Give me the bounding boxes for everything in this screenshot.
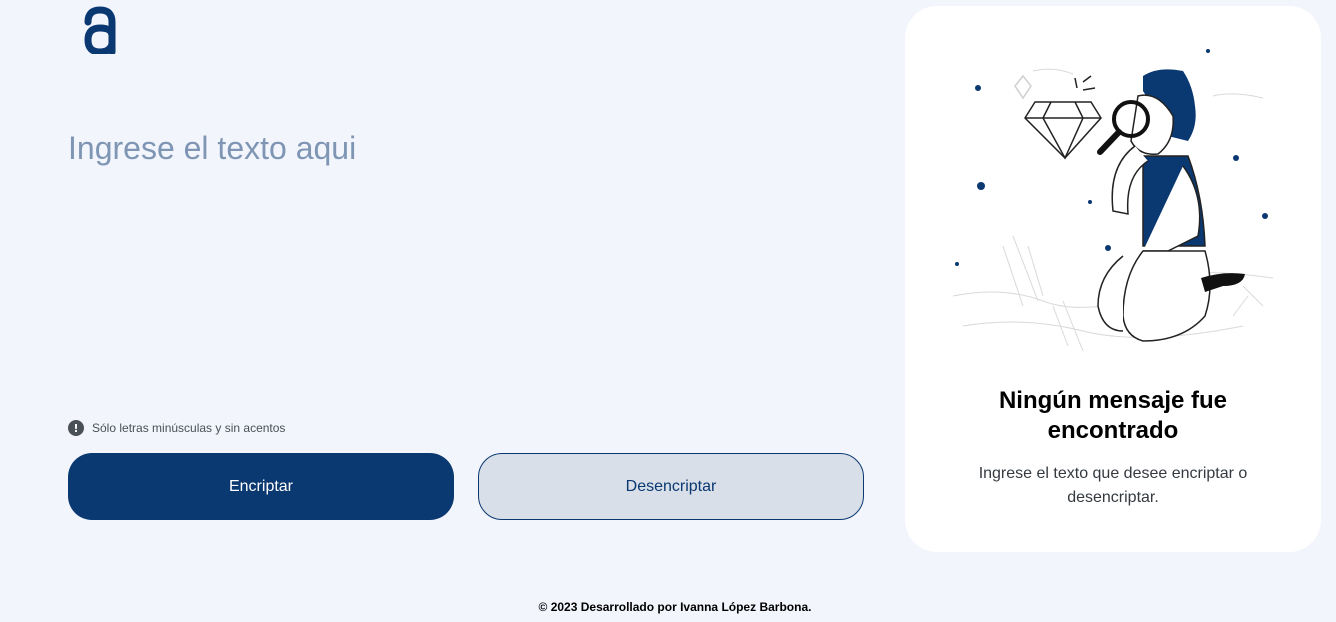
message-input[interactable] (68, 130, 858, 400)
footer-text: © 2023 Desarrollado por Ivanna López Bar… (538, 600, 812, 614)
alura-logo-icon[interactable] (80, 6, 120, 54)
input-hint: ! Sólo letras minúsculas y sin acentos (68, 420, 285, 436)
page: ! Sólo letras minúsculas y sin acentos E… (0, 0, 1336, 622)
hint-text: Sólo letras minúsculas y sin acentos (92, 421, 286, 435)
decrypt-button[interactable]: Desencriptar (478, 453, 864, 520)
empty-state-text: Ingrese el texto que desee encriptar o d… (978, 465, 1248, 506)
empty-state-title: Ningún mensaje fue encontrado (998, 387, 1228, 444)
encrypt-button[interactable]: Encriptar (68, 453, 454, 520)
output-panel: Ningún mensaje fue encontrado Ingrese el… (905, 6, 1321, 552)
boy-with-magnifier-illustration (952, 49, 1274, 352)
exclamation-circle-icon: ! (68, 420, 84, 436)
